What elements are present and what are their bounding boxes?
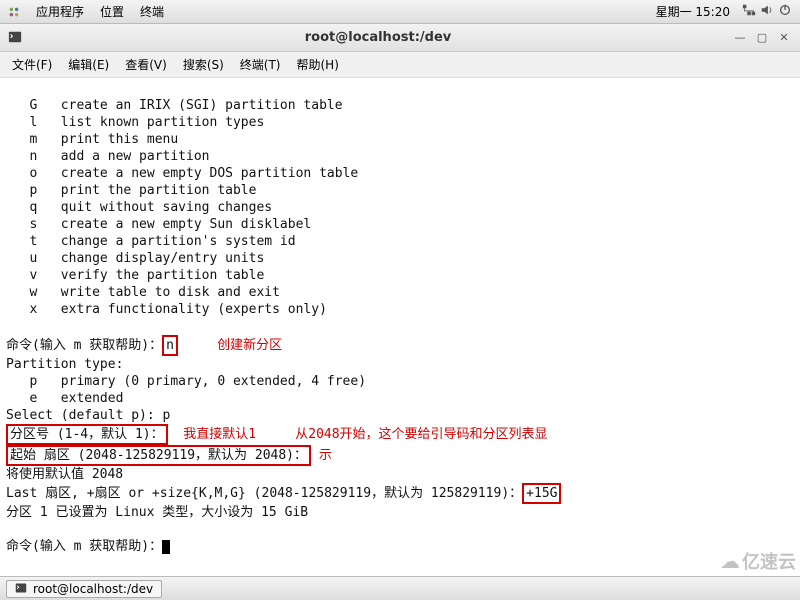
help-line: s create a new empty Sun disklabel	[6, 217, 311, 232]
terminal-icon	[8, 30, 24, 46]
power-icon[interactable]	[776, 3, 794, 20]
menubar: 文件(F) 编辑(E) 查看(V) 搜索(S) 终端(T) 帮助(H)	[0, 52, 800, 78]
input-n: n	[162, 335, 178, 356]
ptype-e: e extended	[6, 391, 123, 406]
help-line: t change a partition's system id	[6, 234, 296, 249]
window-title: root@localhost:/dev	[30, 30, 726, 45]
ptype-p: p primary (0 primary, 0 extended, 4 free…	[6, 374, 366, 389]
help-line: l list known partition types	[6, 115, 264, 130]
cloud-icon: ☁	[720, 549, 740, 573]
menu-file[interactable]: 文件(F)	[4, 56, 60, 73]
minimize-button[interactable]: —	[732, 30, 748, 46]
menu-view[interactable]: 查看(V)	[117, 56, 175, 73]
close-button[interactable]: ✕	[776, 30, 792, 46]
cmd-prompt: 命令(输入 m 获取帮助)：	[6, 338, 162, 353]
terminal-output[interactable]: G create an IRIX (SGI) partition table l…	[0, 78, 800, 576]
annotation-show: 示	[319, 448, 332, 463]
taskbar: root@localhost:/dev	[0, 576, 800, 600]
clock[interactable]: 星期一 15:20	[656, 3, 730, 20]
use-default: 将使用默认值 2048	[6, 467, 123, 482]
help-line: u change display/entry units	[6, 251, 264, 266]
partnum-box: 分区号 (1-4，默认 1)：	[6, 424, 168, 445]
menu-terminal[interactable]: 终端	[132, 3, 172, 20]
volume-icon[interactable]	[758, 3, 776, 20]
help-line: G create an IRIX (SGI) partition table	[6, 98, 343, 113]
taskbar-item-label: root@localhost:/dev	[33, 582, 153, 596]
help-line: v verify the partition table	[6, 268, 264, 283]
start-sector-box: 起始 扇区 (2048-125829119，默认为 2048)：	[6, 445, 311, 466]
size-input: +15G	[522, 483, 561, 504]
help-line: o create a new empty DOS partition table	[6, 166, 358, 181]
help-line: p print the partition table	[6, 183, 256, 198]
terminal-window: root@localhost:/dev — ▢ ✕ 文件(F) 编辑(E) 查看…	[0, 24, 800, 576]
menu-applications[interactable]: 应用程序	[28, 3, 92, 20]
network-icon[interactable]	[740, 3, 758, 20]
cursor	[162, 540, 170, 554]
menu-terminal[interactable]: 终端(T)	[232, 56, 289, 73]
watermark: ☁亿速云	[720, 548, 796, 574]
last-sector: Last 扇区, +扇区 or +size{K,M,G} (2048-12582…	[6, 486, 522, 501]
help-line: m print this menu	[6, 132, 178, 147]
menu-help[interactable]: 帮助(H)	[289, 56, 347, 73]
maximize-button[interactable]: ▢	[754, 30, 770, 46]
menu-edit[interactable]: 编辑(E)	[60, 56, 117, 73]
terminal-icon	[15, 582, 29, 596]
taskbar-item-terminal[interactable]: root@localhost:/dev	[6, 580, 162, 598]
menu-search[interactable]: 搜索(S)	[175, 56, 232, 73]
menu-places[interactable]: 位置	[92, 3, 132, 20]
annotation-default1: 我直接默认1	[183, 427, 256, 442]
help-line: w write table to disk and exit	[6, 285, 280, 300]
help-line: n add a new partition	[6, 149, 210, 164]
cmd-prompt2: 命令(输入 m 获取帮助)：	[6, 539, 162, 554]
set-result: 分区 1 已设置为 Linux 类型，大小设为 15 GiB	[6, 505, 308, 520]
apps-icon	[6, 4, 22, 20]
help-line: q quit without saving changes	[6, 200, 272, 215]
annotation-from2048: 从2048开始，这个要给引导码和分区列表显	[295, 427, 547, 442]
ptype-header: Partition type:	[6, 357, 123, 372]
annotation-create: 创建新分区	[217, 338, 282, 353]
help-line: x extra functionality (experts only)	[6, 302, 327, 317]
titlebar[interactable]: root@localhost:/dev — ▢ ✕	[0, 24, 800, 52]
select-p: Select (default p): p	[6, 408, 170, 423]
top-panel: 应用程序 位置 终端 星期一 15:20	[0, 0, 800, 24]
